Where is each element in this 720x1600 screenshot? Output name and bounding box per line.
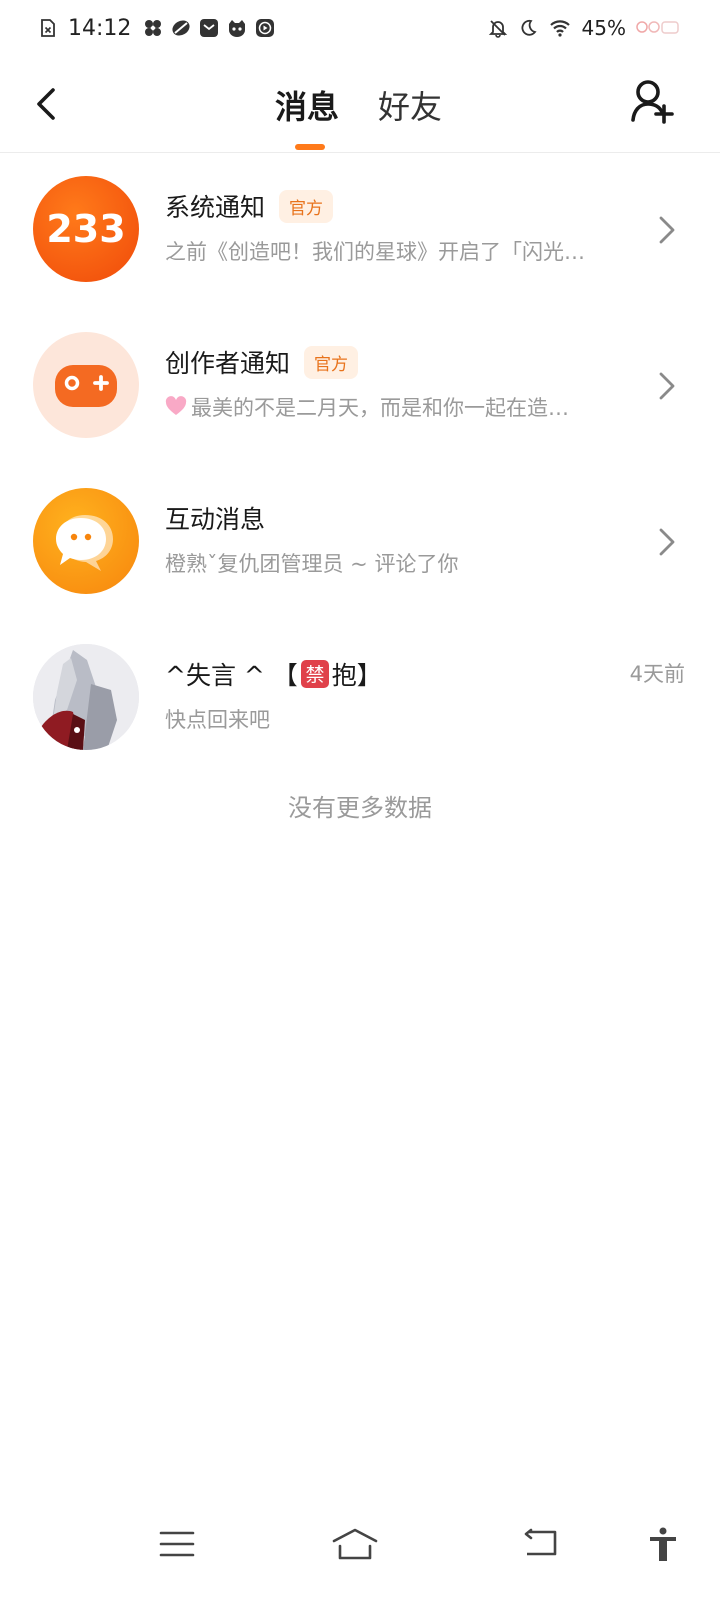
conversation-title: 互动消息 — [165, 505, 266, 534]
chevron-right-icon — [659, 372, 675, 400]
app-leaf-icon — [172, 20, 190, 36]
conversation-preview: 橙熟ˇ复仇团管理员 ~ 评论了你 — [165, 552, 459, 576]
cat-app-icon — [229, 20, 246, 37]
chevron-right-icon — [659, 528, 675, 556]
conversation-time: 4天前 — [629, 662, 685, 686]
home-button[interactable] — [329, 1522, 381, 1566]
chevron-right-icon — [659, 216, 675, 244]
chat-bubble-icon — [56, 515, 113, 571]
top-nav-bar: 消息 好友 — [0, 56, 720, 153]
status-bar: 14:12 45% — [0, 0, 720, 56]
add-user-icon — [631, 80, 674, 124]
fan-icon — [145, 20, 162, 36]
avatar-233-text: 233 — [46, 207, 125, 251]
prohibited-emoji-text: 禁 — [305, 664, 324, 686]
add-friend-button[interactable] — [630, 76, 676, 130]
menu-button[interactable] — [153, 1522, 201, 1566]
avatar-system-notice: 233 — [33, 176, 139, 282]
conversation-list: 233 系统通知 官方 之前《创造吧！我们的星球》开启了「闪光… 创作者通知 官… — [0, 152, 720, 776]
mail-app-icon — [200, 19, 219, 37]
conversation-preview-text: 最美的不是二月天，而是和你一起在造… — [191, 396, 569, 420]
official-badge: 官方 — [304, 345, 359, 379]
conversation-preview: 之前《创造吧！我们的星球》开启了「闪光… — [165, 240, 585, 264]
sim-card-off-icon — [41, 19, 55, 37]
back-arrow-icon — [524, 1528, 557, 1556]
accessibility-icon — [650, 1527, 676, 1561]
tab-friends[interactable]: 好友 — [378, 82, 442, 128]
conversation-title-suffix: 抱】 — [331, 661, 382, 690]
tab-messages[interactable]: 消息 — [275, 82, 339, 128]
conversation-title: ^失言 ^ 【禁抱】 — [165, 656, 382, 692]
user-avatar[interactable] — [33, 644, 139, 750]
accessibility-button[interactable] — [639, 1522, 687, 1566]
home-icon — [332, 1528, 378, 1560]
menu-icon — [159, 1531, 195, 1557]
avatar-creator-notice — [33, 332, 139, 438]
battery-percent: 45% — [581, 16, 626, 40]
video-app-icon — [256, 19, 275, 37]
bell-off-icon — [488, 20, 507, 38]
no-more-data-text: 没有更多数据 — [288, 794, 432, 822]
conversation-title: 系统通知 — [165, 193, 266, 222]
prohibited-emoji-icon: 禁 — [300, 660, 329, 688]
list-item-creator-notice[interactable]: 创作者通知 官方 最美的不是二月天，而是和你一起在造… — [0, 308, 720, 464]
moon-icon — [521, 19, 537, 36]
chevron-left-icon — [37, 88, 55, 120]
back-nav-button[interactable] — [516, 1522, 564, 1566]
233-logo-icon: 233 — [46, 207, 125, 251]
avatar-interactions — [33, 488, 139, 594]
conversation-preview: 快点回来吧 — [165, 708, 270, 732]
status-time: 14:12 — [68, 15, 132, 41]
anime-character-avatar — [33, 644, 139, 750]
wifi-icon — [549, 20, 570, 37]
official-badge: 官方 — [279, 189, 334, 223]
active-tab-indicator — [295, 144, 325, 150]
list-item-interactions[interactable]: 互动消息 橙熟ˇ复仇团管理员 ~ 评论了你 — [0, 464, 720, 620]
system-navigation-bar — [0, 1510, 720, 1600]
gamepad-icon — [55, 365, 117, 407]
list-item-system-notice[interactable]: 233 系统通知 官方 之前《创造吧！我们的星球》开启了「闪光… — [0, 152, 720, 308]
pink-heart-icon — [165, 396, 187, 415]
conversation-title-prefix: ^失言 ^ 【 — [165, 661, 298, 690]
list-item-user-chat[interactable]: ^失言 ^ 【禁抱】 快点回来吧 4天前 — [0, 620, 720, 776]
battery-icon — [636, 21, 679, 34]
conversation-preview: 最美的不是二月天，而是和你一起在造… — [165, 392, 645, 422]
back-button[interactable] — [28, 80, 64, 128]
conversation-title: 创作者通知 — [165, 349, 291, 378]
